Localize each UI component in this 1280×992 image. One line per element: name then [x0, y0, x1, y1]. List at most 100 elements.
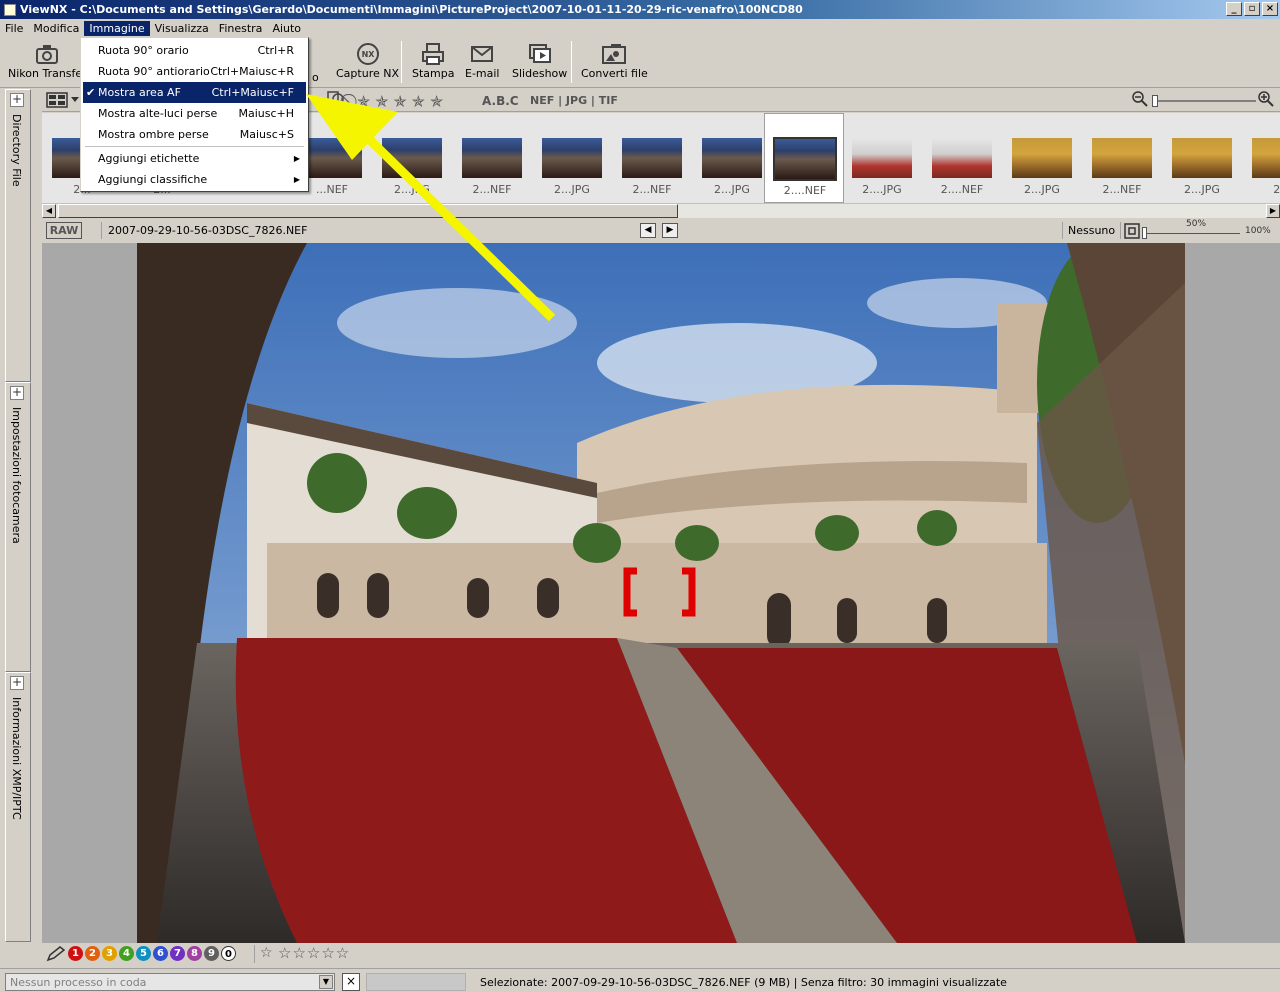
printer-icon [420, 41, 446, 67]
file-type-filter[interactable]: NEF | JPG | TIF [530, 94, 618, 107]
email-button[interactable]: E-mail [465, 41, 500, 87]
scroll-left-button[interactable]: ◀ [42, 204, 56, 218]
star-1-icon[interactable]: ✯ [357, 92, 370, 111]
menu-immagine[interactable]: Immagine [84, 20, 150, 36]
info-separator [101, 222, 102, 239]
star-3-icon[interactable]: ✯ [393, 92, 406, 111]
chevron-down-icon[interactable]: ▼ [319, 975, 333, 989]
menu-item[interactable]: ✔ Mostra area AF Ctrl+Maiusc+F [83, 82, 306, 103]
filmstrip-thumbnail[interactable]: 2...JPG [1002, 113, 1082, 203]
filmstrip-thumbnail[interactable]: 2...JPG [1162, 113, 1242, 203]
menu-item-label: Ruota 90° antiorario [98, 65, 210, 78]
filmstrip-scrollbar[interactable]: ◀ ▶ [42, 203, 1280, 218]
color-label-button[interactable]: 0 [221, 946, 236, 961]
filmstrip-thumbnail[interactable]: 2....NEF [922, 113, 1002, 203]
thumbnail-image [622, 138, 682, 178]
zoom-max-label: 100% [1245, 226, 1271, 236]
stampa-button[interactable]: Stampa [412, 41, 454, 87]
filmstrip-thumbnail[interactable]: 2...NEF [1082, 113, 1162, 203]
panel-directory-file[interactable]: + Directory File [5, 89, 31, 382]
thumbnail-image [1172, 138, 1232, 178]
star-5-icon[interactable]: ✯ [430, 92, 443, 111]
filmstrip-thumbnail[interactable]: 2....JPG [842, 113, 922, 203]
menu-finestra[interactable]: Finestra [214, 21, 268, 36]
protect-icon[interactable] [326, 91, 351, 111]
color-label-button[interactable]: 6 [153, 946, 168, 961]
menu-file[interactable]: File [0, 21, 28, 36]
converti-file-button[interactable]: Converti file [581, 41, 648, 87]
filmstrip-thumbnail[interactable]: 2... [1242, 113, 1280, 203]
filmstrip-thumbnail[interactable]: 2...NEF [612, 113, 692, 203]
color-label-button[interactable]: 1 [68, 946, 83, 961]
zoom-in-icon[interactable] [1258, 91, 1274, 110]
main-photo[interactable] [137, 243, 1185, 943]
thumbnail-label: 2...NEF [632, 183, 672, 196]
process-queue-dropdown[interactable]: Nessun processo in coda ▼ [5, 973, 335, 991]
scroll-thumb[interactable] [58, 204, 678, 218]
menu-aiuto[interactable]: Aiuto [267, 21, 306, 36]
slideshow-label: Slideshow [512, 67, 568, 80]
menu-modifica[interactable]: Modifica [28, 21, 84, 36]
menu-visualizza[interactable]: Visualizza [150, 21, 214, 36]
image-viewer[interactable] [42, 243, 1280, 943]
panel-informazioni-xmp[interactable]: + Informazioni XMP/IPTC [5, 672, 31, 942]
converti-file-label: Converti file [581, 67, 648, 80]
filmstrip-thumbnail[interactable]: 2....NEF [764, 113, 844, 203]
label-filter-value[interactable]: Nessuno [1068, 224, 1115, 237]
expand-xmp-icon[interactable]: + [10, 676, 24, 690]
filmstrip-thumbnail[interactable]: 2...JPG [372, 113, 452, 203]
bottom-separator [254, 945, 255, 963]
menu-item[interactable]: Mostra ombre perse Maiusc+S [83, 124, 306, 145]
close-button[interactable]: × [1262, 2, 1278, 16]
expand-camera-settings-icon[interactable]: + [10, 386, 24, 400]
label-pencil-icon[interactable] [46, 946, 66, 965]
maximize-button[interactable]: ▫ [1244, 2, 1260, 16]
previous-image-button[interactable]: ◀ [640, 223, 656, 238]
image-info-bar: RAW 2007-09-29-10-56-03DSC_7826.NEF ◀ ▶ … [42, 219, 1280, 242]
scroll-right-button[interactable]: ▶ [1266, 204, 1280, 218]
rating-stars[interactable]: ☆☆☆☆☆ [278, 944, 350, 962]
fit-screen-icon[interactable] [1124, 223, 1140, 242]
minimize-button[interactable]: _ [1226, 2, 1242, 16]
bottom-label-toolbar: 1234567890 ☆ ☆☆☆☆☆ [42, 943, 1280, 965]
filmstrip-thumbnail[interactable]: 2...NEF [452, 113, 532, 203]
zoom-out-icon[interactable] [1132, 91, 1148, 110]
zoom-slider-handle[interactable] [1142, 227, 1147, 239]
menu-item[interactable]: Ruota 90° orario Ctrl+R [83, 40, 306, 61]
thumbnail-size-slider[interactable] [1152, 100, 1256, 102]
rating-reset-icon[interactable]: ☆ [260, 945, 273, 961]
cancel-process-button[interactable]: × [342, 973, 360, 991]
zoom-slider-track[interactable] [1144, 233, 1240, 234]
color-label-button[interactable]: 2 [85, 946, 100, 961]
color-label-button[interactable]: 9 [204, 946, 219, 961]
menu-item[interactable]: Mostra alte-luci perse Maiusc+H [83, 103, 306, 124]
submenu-arrow-icon: ▶ [293, 175, 300, 184]
color-label-button[interactable]: 3 [102, 946, 117, 961]
menu-item[interactable]: Ruota 90° antiorario Ctrl+Maiusc+R [83, 61, 306, 82]
thumbnail-image [1092, 138, 1152, 178]
menu-item[interactable]: Aggiungi etichette ▶ [83, 148, 306, 169]
thumbnail-image [702, 138, 762, 178]
star-4-icon[interactable]: ✯ [412, 92, 425, 111]
next-image-button[interactable]: ▶ [662, 223, 678, 238]
menu-item[interactable]: Aggiungi classifiche ▶ [83, 169, 306, 190]
label-filter-abc[interactable]: A.B.C [482, 94, 519, 108]
filmstrip-thumbnail[interactable]: 2...JPG [692, 113, 772, 203]
filter-rating-toolbar[interactable]: ⃠ ✯ ✯ ✯ ✯ ✯ [326, 89, 444, 112]
star-2-icon[interactable]: ✯ [375, 92, 388, 111]
nikon-transfer-button[interactable]: Nikon Transfer [8, 41, 87, 87]
capture-nx-button[interactable]: NX Capture NX [336, 41, 399, 87]
color-label-button[interactable]: 4 [119, 946, 134, 961]
filmstrip-thumbnail[interactable]: 2...JPG [532, 113, 612, 203]
slideshow-button[interactable]: Slideshow [512, 41, 567, 87]
color-label-button[interactable]: 7 [170, 946, 185, 961]
thumbnail-view-icon[interactable] [46, 91, 80, 112]
thumbnail-size-handle[interactable] [1152, 95, 1158, 107]
expand-directory-icon[interactable]: + [10, 93, 24, 107]
thumbnail-label: 2...JPG [554, 183, 590, 196]
panel-impostazioni-fotocamera[interactable]: + Impostazioni fotocamera [5, 382, 31, 672]
title-bar: ViewNX - C:\Documents and Settings\Gerar… [0, 0, 1280, 19]
menu-shortcut: Ctrl+R [257, 44, 294, 57]
color-label-button[interactable]: 8 [187, 946, 202, 961]
color-label-button[interactable]: 5 [136, 946, 151, 961]
